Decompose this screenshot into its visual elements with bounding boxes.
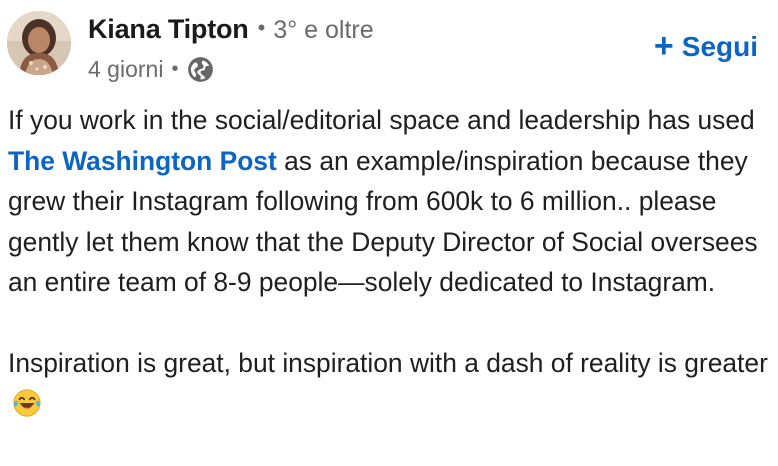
follow-label: Segui: [681, 31, 758, 62]
author-block: Kiana Tipton • 3° e oltre 4 giorni •: [88, 14, 374, 86]
post-body: If you work in the social/editorial spac…: [8, 100, 770, 424]
post-text-part-1: If you work in the social/editorial spac…: [8, 105, 755, 135]
post-text-part-3: Inspiration is great, but inspiration wi…: [8, 348, 768, 378]
laughing-tears-emoji: [12, 388, 42, 418]
separator-dot: •: [171, 57, 179, 80]
avatar-image: [7, 11, 71, 75]
post-time[interactable]: 4 giorni: [88, 56, 163, 83]
mention-link[interactable]: The Washington Post: [8, 146, 277, 176]
post-header: Kiana Tipton • 3° e oltre 4 giorni • + S…: [0, 0, 778, 92]
plus-icon: +: [653, 27, 674, 65]
separator-dot: •: [257, 15, 266, 40]
post-meta-line: 4 giorni •: [88, 52, 374, 86]
connection-degree: 3° e oltre: [273, 16, 374, 44]
post-paragraph-2: Inspiration is great, but inspiration wi…: [8, 343, 770, 424]
follow-button[interactable]: + Segui: [653, 27, 758, 65]
avatar[interactable]: [7, 11, 71, 75]
post-paragraph-1: If you work in the social/editorial spac…: [8, 100, 770, 303]
globe-icon: [187, 56, 214, 83]
author-name[interactable]: Kiana Tipton: [88, 14, 249, 45]
author-name-line: Kiana Tipton • 3° e oltre: [88, 14, 374, 50]
